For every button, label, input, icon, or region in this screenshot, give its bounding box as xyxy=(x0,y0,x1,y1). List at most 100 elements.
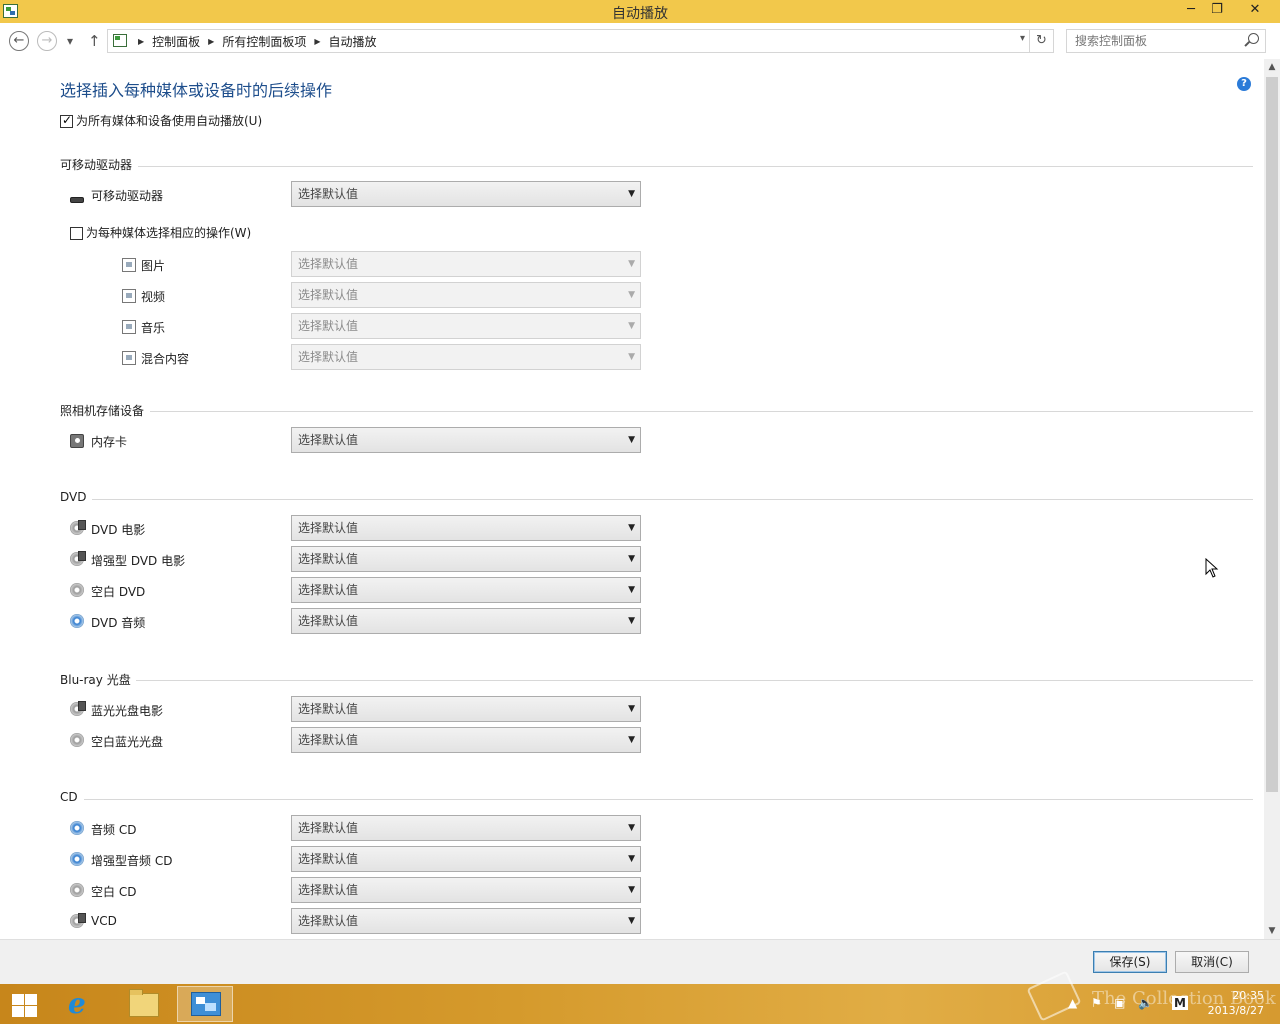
dvd-audio-icon xyxy=(70,614,84,628)
memory-card-icon xyxy=(70,434,84,448)
recent-locations-dropdown[interactable]: ▾ xyxy=(67,31,73,51)
vertical-scrollbar[interactable]: ▲ ▼ xyxy=(1264,59,1280,939)
network-icon[interactable]: ▣ xyxy=(1114,996,1125,1010)
blank-dvd-select[interactable]: 选择默认值 ▼ xyxy=(291,577,641,603)
select-value: 选择默认值 xyxy=(298,914,359,928)
title-bar: 自动播放 ─ ❐ ✕ xyxy=(0,0,1280,23)
chevron-down-icon: ▼ xyxy=(628,554,635,564)
select-value: 选择默认值 xyxy=(298,288,359,302)
scrollbar-thumb[interactable] xyxy=(1266,77,1278,792)
select-value: 选择默认值 xyxy=(298,433,359,447)
clock-time: 20:35 xyxy=(1232,989,1264,1002)
mouse-cursor-icon xyxy=(1205,558,1219,578)
per-media-label[interactable]: 为每种媒体选择相应的操作(W) xyxy=(86,224,251,241)
volume-icon[interactable]: 🔈 xyxy=(1138,996,1153,1010)
scroll-up-arrow-icon[interactable]: ▲ xyxy=(1264,59,1280,75)
input-method-icon[interactable]: M xyxy=(1172,996,1188,1010)
removable-drive-select[interactable]: 选择默认值 ▼ xyxy=(291,181,641,207)
select-value: 选择默认值 xyxy=(298,257,359,271)
search-icon[interactable] xyxy=(1248,33,1259,44)
chevron-right-icon[interactable]: ▶ xyxy=(208,37,214,46)
autoplay-settings-panel: 选择插入每种媒体或设备时的后续操作 ? 为所有媒体和设备使用自动播放(U) 可移… xyxy=(0,59,1264,939)
chevron-down-icon: ▼ xyxy=(628,585,635,595)
select-value: 选择默认值 xyxy=(298,521,359,535)
chevron-down-icon: ▼ xyxy=(628,704,635,714)
control-panel-icon xyxy=(191,992,221,1016)
music-select[interactable]: 选择默认值 ▼ xyxy=(291,313,641,339)
video-select[interactable]: 选择默认值 ▼ xyxy=(291,282,641,308)
memory-card-select[interactable]: 选择默认值 ▼ xyxy=(291,427,641,453)
autoplay-all-label[interactable]: 为所有媒体和设备使用自动播放(U) xyxy=(76,112,262,129)
chevron-down-icon: ▼ xyxy=(628,352,635,362)
maximize-button[interactable]: ❐ xyxy=(1204,0,1230,22)
row-label-mixed-content: 混合内容 xyxy=(141,352,190,366)
select-value: 选择默认值 xyxy=(298,614,359,628)
scroll-down-arrow-icon[interactable]: ▼ xyxy=(1264,923,1280,939)
search-input[interactable] xyxy=(1075,30,1245,52)
music-icon xyxy=(122,320,136,334)
autoplay-all-checkbox[interactable] xyxy=(60,113,73,128)
taskbar-file-explorer[interactable] xyxy=(115,986,171,1022)
enhanced-audio-cd-select[interactable]: 选择默认值 ▼ xyxy=(291,846,641,872)
close-button[interactable]: ✕ xyxy=(1242,0,1268,22)
section-title-removable: 可移动驱动器 xyxy=(60,158,133,172)
address-dropdown-button[interactable]: ▾ xyxy=(1020,33,1025,44)
chevron-right-icon[interactable]: ▶ xyxy=(138,37,144,46)
select-value: 选择默认值 xyxy=(298,583,359,597)
enhanced-dvd-movie-select[interactable]: 选择默认值 ▼ xyxy=(291,546,641,572)
chevron-down-icon: ▼ xyxy=(628,885,635,895)
select-value: 选择默认值 xyxy=(298,852,359,866)
dvd-movie-select[interactable]: 选择默认值 ▼ xyxy=(291,515,641,541)
mixed-content-select[interactable]: 选择默认值 ▼ xyxy=(291,344,641,370)
pictures-select[interactable]: 选择默认值 ▼ xyxy=(291,251,641,277)
chevron-down-icon: ▼ xyxy=(628,435,635,445)
picture-icon xyxy=(122,258,136,272)
breadcrumb-all-items[interactable]: 所有控制面板项 xyxy=(222,33,306,50)
blank-bluray-select[interactable]: 选择默认值 ▼ xyxy=(291,727,641,753)
forward-button[interactable]: → xyxy=(37,31,57,51)
chevron-right-icon[interactable]: ▶ xyxy=(314,37,320,46)
vcd-select[interactable]: 选择默认值 ▼ xyxy=(291,908,641,934)
audio-cd-select[interactable]: 选择默认值 ▼ xyxy=(291,815,641,841)
select-value: 选择默认值 xyxy=(298,187,359,201)
save-button[interactable]: 保存(S) xyxy=(1093,951,1167,973)
taskbar-internet-explorer[interactable]: e xyxy=(54,986,110,1022)
row-label-memory-card: 内存卡 xyxy=(91,435,128,449)
cancel-button[interactable]: 取消(C) xyxy=(1175,951,1249,973)
select-value: 选择默认值 xyxy=(298,350,359,364)
row-label-pictures: 图片 xyxy=(141,259,166,273)
mixed-content-icon xyxy=(122,351,136,365)
dvd-movie-icon xyxy=(70,520,86,535)
back-button[interactable]: ← xyxy=(9,31,29,51)
address-bar[interactable]: ▶ 控制面板 ▶ 所有控制面板项 ▶ 自动播放 ▾ xyxy=(107,29,1030,53)
section-divider xyxy=(150,411,1253,412)
breadcrumb-autoplay[interactable]: 自动播放 xyxy=(329,33,377,50)
windows-logo-icon xyxy=(12,994,38,1018)
search-box[interactable] xyxy=(1066,29,1266,53)
dvd-audio-select[interactable]: 选择默认值 ▼ xyxy=(291,608,641,634)
tray-overflow-chevron-icon[interactable]: ▲ xyxy=(1068,996,1077,1010)
blank-bluray-icon xyxy=(70,733,84,747)
minimize-button[interactable]: ─ xyxy=(1178,0,1204,22)
row-label-blank-cd: 空白 CD xyxy=(91,885,137,899)
breadcrumb-control-panel[interactable]: 控制面板 xyxy=(152,33,200,50)
per-media-checkbox[interactable] xyxy=(70,227,83,240)
select-value: 选择默认值 xyxy=(298,319,359,333)
system-clock[interactable]: 20:35 2013/8/27 xyxy=(1208,988,1264,1018)
enhanced-dvd-movie-icon xyxy=(70,551,86,566)
row-label-enhanced-dvd-movie: 增强型 DVD 电影 xyxy=(91,554,186,568)
taskbar: e The Collection Book ▲ ⚑ ▣ 🔈 M 20:35 20… xyxy=(0,970,1280,1024)
blank-cd-select[interactable]: 选择默认值 ▼ xyxy=(291,877,641,903)
up-button[interactable]: ↑ xyxy=(88,31,101,51)
bluray-movie-icon xyxy=(70,701,86,716)
control-panel-location-icon xyxy=(113,34,127,47)
start-button[interactable] xyxy=(0,986,56,1022)
help-icon[interactable]: ? xyxy=(1237,77,1251,91)
vcd-icon xyxy=(70,913,86,928)
action-center-flag-icon[interactable]: ⚑ xyxy=(1091,996,1102,1010)
refresh-button[interactable]: ↻ xyxy=(1030,29,1054,53)
section-title-cd: CD xyxy=(60,790,78,804)
row-label-bluray-movie: 蓝光光盘电影 xyxy=(91,704,164,718)
taskbar-control-panel[interactable] xyxy=(177,986,233,1022)
bluray-movie-select[interactable]: 选择默认值 ▼ xyxy=(291,696,641,722)
